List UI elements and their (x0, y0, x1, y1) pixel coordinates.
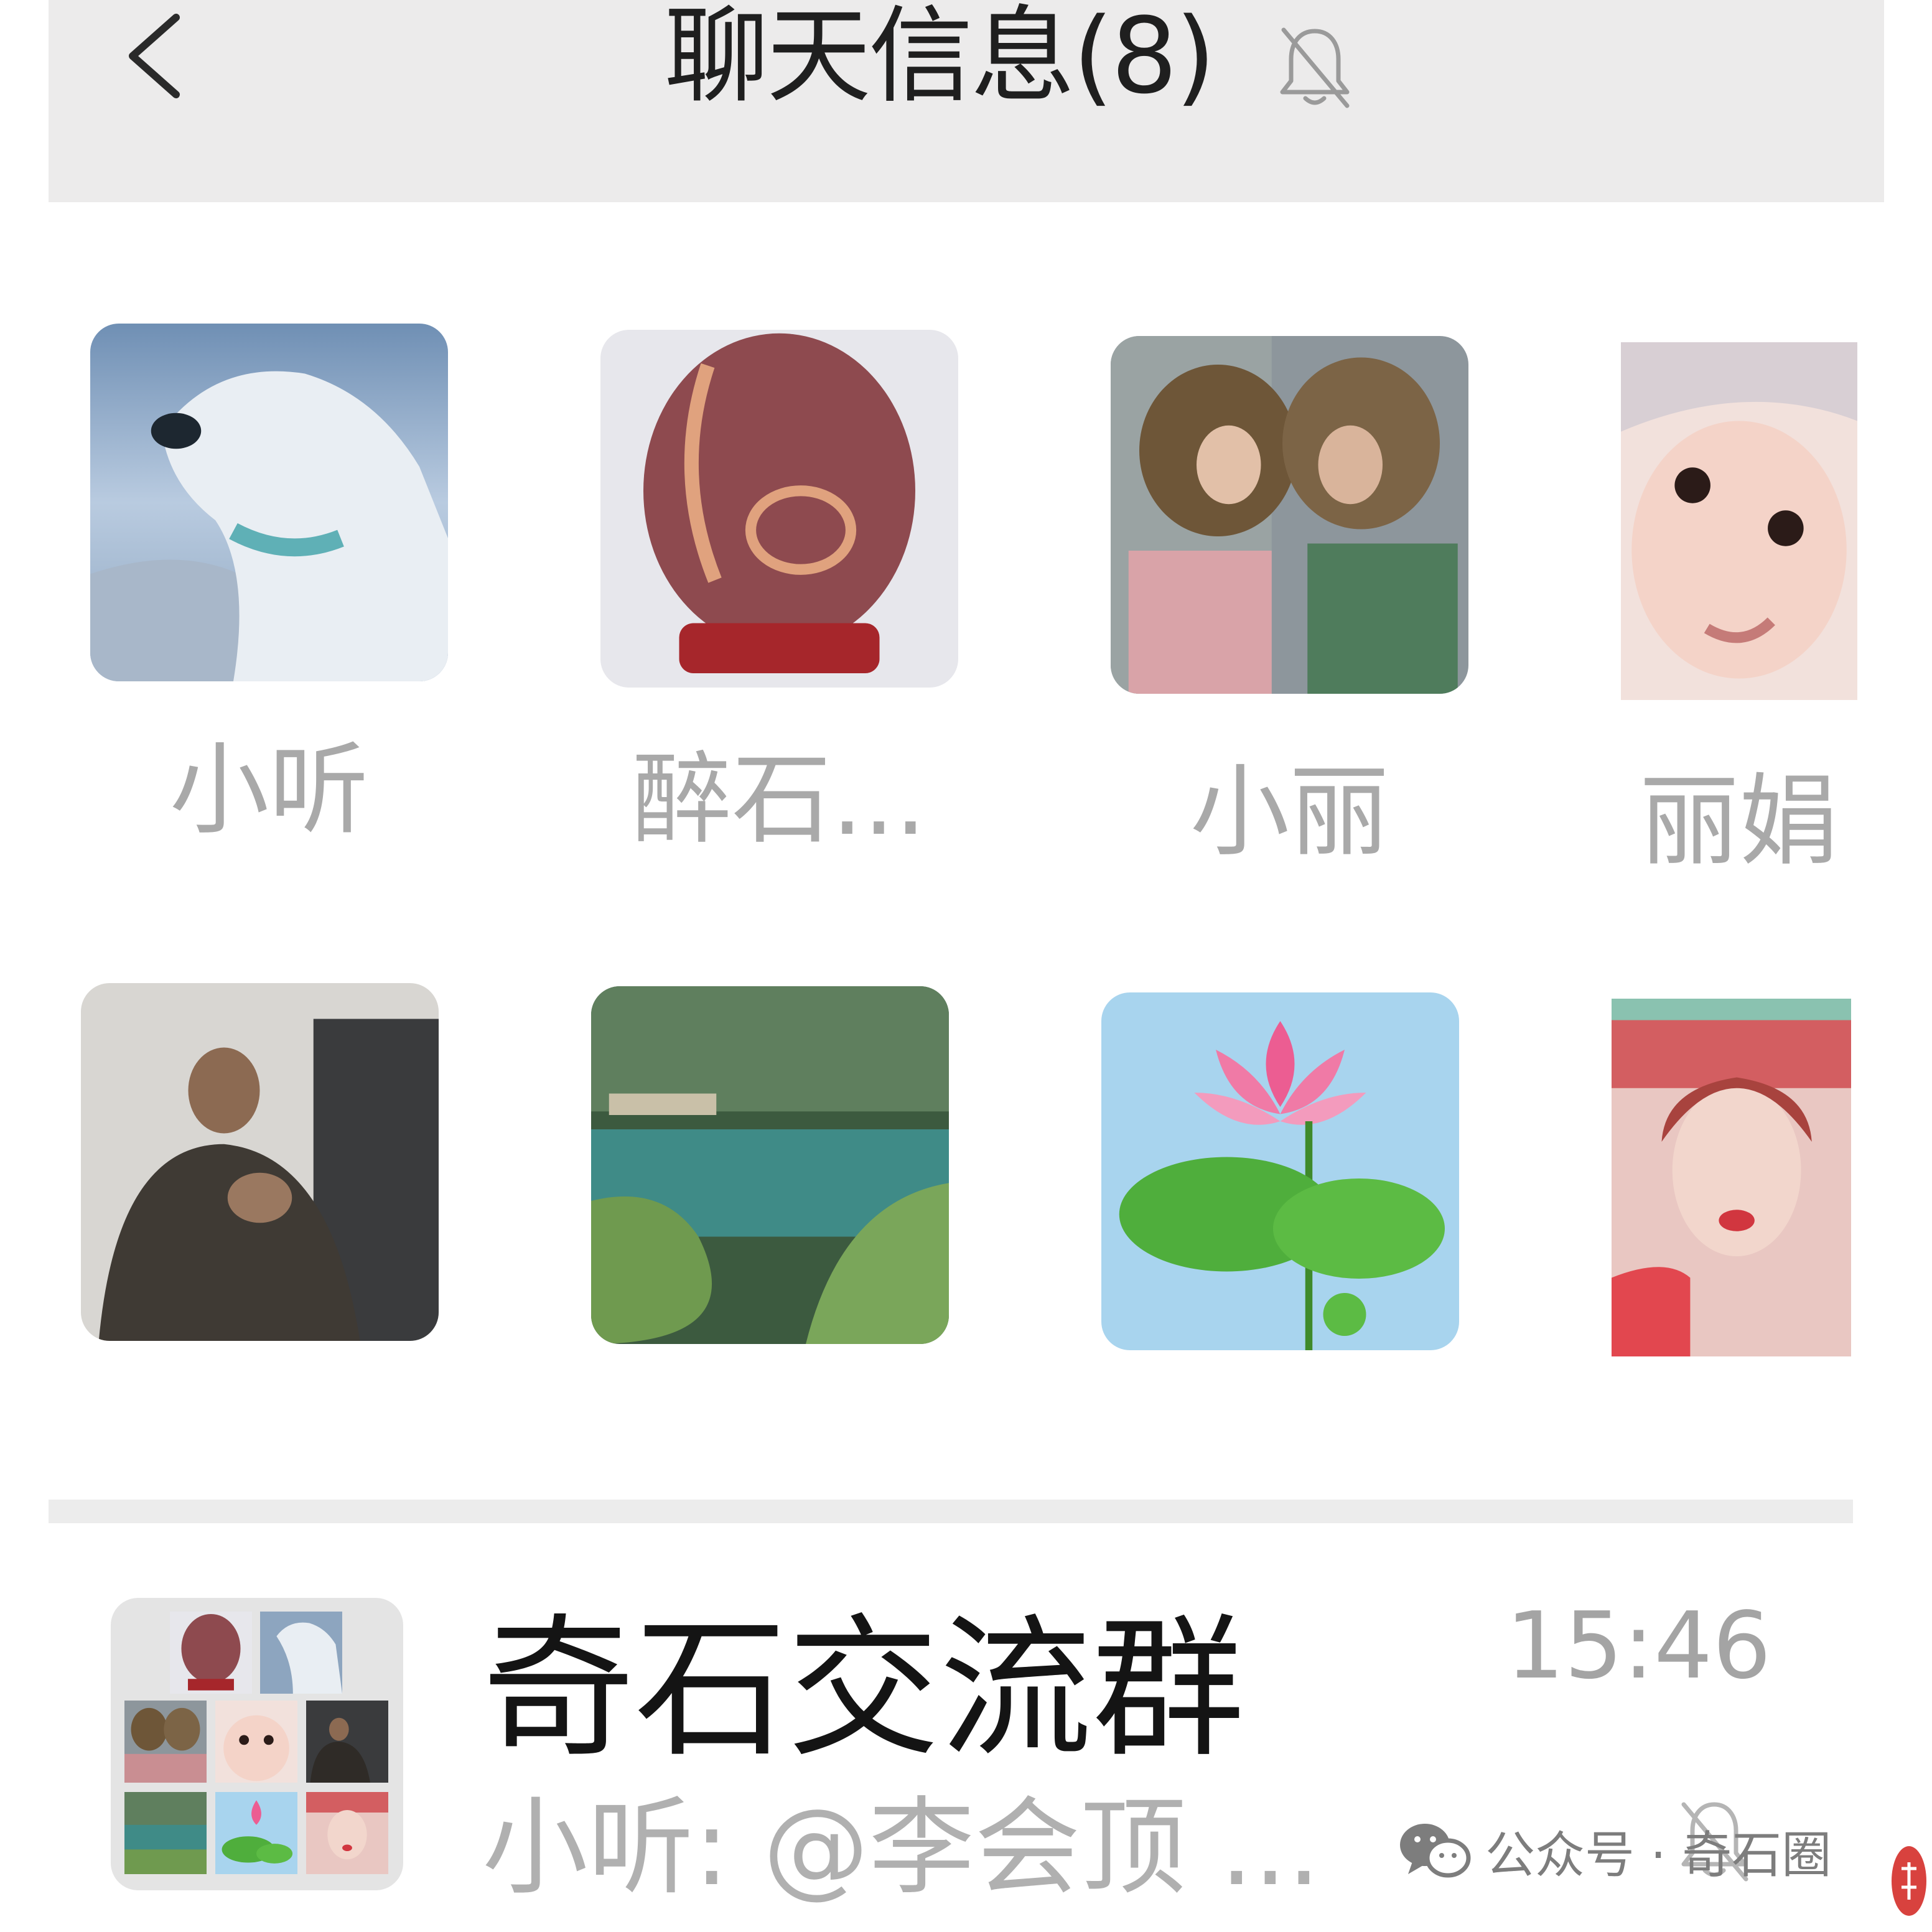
chat-name: 奇石交流群 (482, 1600, 1244, 1778)
group-avatar-thumb (306, 1792, 388, 1874)
group-avatar-thumb (215, 1701, 297, 1783)
avatar[interactable] (1101, 992, 1459, 1350)
header-bar: 聊天信息(8) (49, 0, 1884, 202)
member-name: 丽娟 (1639, 763, 1839, 879)
avatar[interactable] (1621, 342, 1857, 700)
avatar[interactable] (600, 330, 958, 688)
chat-preview: 小听: @李会顶 ... (482, 1786, 1321, 1910)
group-avatar[interactable] (111, 1598, 403, 1890)
group-avatar-thumb (170, 1612, 252, 1694)
avatar[interactable] (591, 986, 949, 1344)
avatar[interactable] (1612, 999, 1851, 1356)
section-divider (49, 1500, 1853, 1523)
member-name: 小丽 (1190, 754, 1389, 870)
member-name: 醉石... (632, 741, 926, 857)
wechat-icon (1400, 1824, 1471, 1878)
group-avatar-thumb (124, 1701, 207, 1783)
member-name: 小听 (169, 732, 369, 848)
back-button[interactable] (108, 6, 201, 100)
chat-info-screen: 聊天信息(8) 小听 醉石... 小丽 丽娟 奇石交流群 15:46 小听: @… (0, 0, 1932, 1932)
watermark: 公众号 · 奇石圈 (1397, 1804, 1831, 1898)
chevron-left-icon (129, 14, 180, 98)
group-avatar-thumb (124, 1792, 207, 1874)
group-avatar-thumb (306, 1701, 388, 1783)
watermark-text: 公众号 · 奇石圈 (1485, 1826, 1832, 1884)
seal-stamp (1892, 1846, 1926, 1916)
avatar[interactable] (90, 324, 448, 681)
chat-timestamp: 15:46 (1506, 1592, 1771, 1699)
group-avatar-thumb (260, 1612, 342, 1694)
avatar[interactable] (81, 983, 439, 1341)
group-avatar-thumb (215, 1792, 297, 1874)
bell-off-icon (1271, 19, 1358, 112)
page-title: 聊天信息(8) (665, 0, 1216, 117)
avatar[interactable] (1111, 336, 1468, 694)
